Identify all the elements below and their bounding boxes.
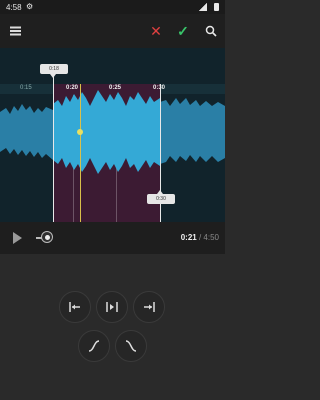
jump-to-end-icon [144, 302, 155, 312]
center-playhead-button[interactable] [96, 291, 128, 323]
audio-waveform [0, 90, 225, 174]
playback-bar: 0:21 / 4:50 [0, 222, 225, 254]
start-handle-pointer [50, 74, 56, 78]
play-icon[interactable] [8, 229, 26, 247]
selection-end-handle[interactable]: 0:30 [147, 194, 175, 204]
search-zoom-icon[interactable] [200, 20, 222, 42]
menu-icon[interactable] [4, 20, 26, 42]
fade-out-button[interactable] [115, 330, 147, 362]
signal-icon [199, 3, 207, 11]
playhead[interactable] [80, 84, 81, 222]
status-time: 4:58 [6, 3, 22, 12]
status-bar: 4:58 ⚙ [0, 0, 225, 14]
total-time: 4:50 [203, 233, 219, 242]
close-icon[interactable]: ✕ [145, 20, 167, 42]
jump-to-start-button[interactable] [59, 291, 91, 323]
fade-in-icon [88, 340, 100, 352]
jump-to-end-button[interactable] [133, 291, 165, 323]
time-display: 0:21 / 4:50 [181, 233, 219, 242]
playhead-dot[interactable] [77, 129, 83, 135]
seek-knob[interactable] [41, 231, 53, 243]
selection-start-marker[interactable] [53, 74, 54, 222]
battery-icon [214, 3, 219, 11]
center-playhead-icon [106, 302, 118, 312]
waveform-editor[interactable]: 0:15 0:20 0:25 0:30 0:18 0:30 [0, 48, 225, 222]
check-icon[interactable]: ✓ [172, 20, 194, 42]
fade-out-icon [125, 340, 137, 352]
toolbar: ✕ ✓ [0, 14, 225, 48]
fade-in-button[interactable] [78, 330, 110, 362]
current-time: 0:21 [180, 233, 197, 242]
gear-icon: ⚙ [26, 2, 34, 11]
selection-start-handle[interactable]: 0:18 [40, 64, 68, 74]
jump-to-start-icon [69, 302, 80, 312]
